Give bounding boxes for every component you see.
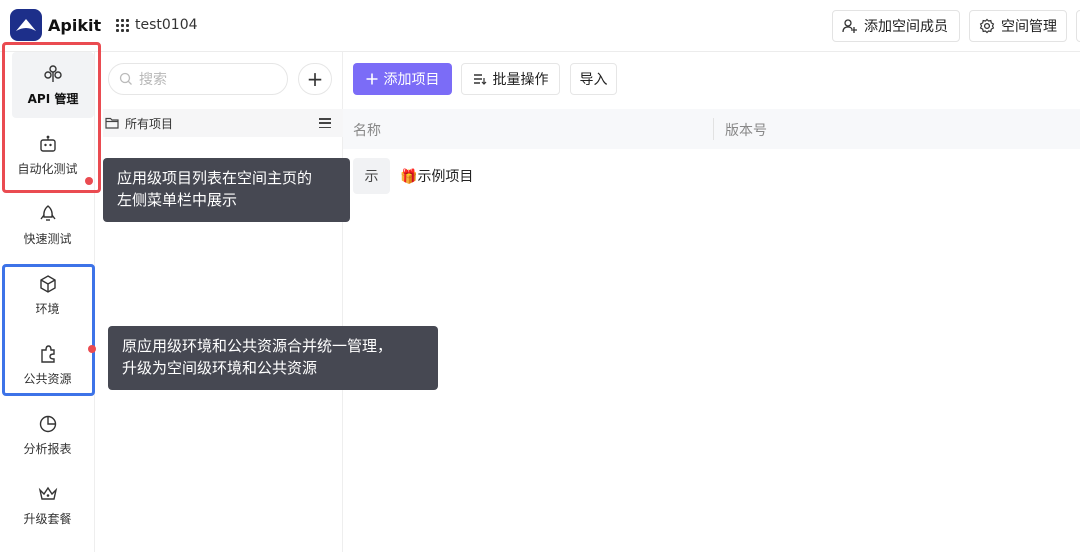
top-bar: Apikit test0104 添加空间成员 空间管理 — [0, 0, 1080, 52]
logo-icon — [16, 19, 36, 31]
annotation-tooltip-environment: 原应用级环境和公共资源合并统一管理， 升级为空间级环境和公共资源 — [108, 326, 438, 390]
brand-name: Apikit — [48, 16, 102, 35]
column-header-name: 名称 — [353, 123, 381, 139]
pie-chart-icon — [39, 415, 56, 432]
add-space-member-label: 添加空间成员 — [864, 19, 948, 35]
batch-operation-button[interactable]: 批量操作 — [461, 63, 560, 95]
space-manage-button[interactable]: 空间管理 — [969, 10, 1067, 42]
table-row[interactable]: 示 🎁示例项目 — [353, 158, 473, 194]
rocket-icon — [39, 204, 56, 221]
all-projects-item[interactable]: 所有项目 — [103, 109, 343, 137]
gift-icon: 🎁 — [400, 169, 418, 185]
all-projects-label: 所有项目 — [125, 116, 174, 131]
nav-item-quick-test[interactable]: 快速测试 — [0, 192, 95, 258]
menu-icon[interactable] — [319, 118, 331, 128]
tooltip-line: 应用级项目列表在空间主页的 — [117, 169, 313, 187]
folder-icon — [105, 117, 119, 129]
search-icon — [119, 72, 132, 85]
add-project-button[interactable]: 添加项目 — [353, 63, 452, 95]
annotation-dot — [85, 177, 93, 185]
nav-item-label: 分析报表 — [23, 441, 72, 456]
add-project-label: 添加项目 — [383, 72, 440, 88]
highlight-box-red — [2, 42, 101, 193]
tooltip-line: 左侧菜单栏中展示 — [117, 191, 238, 209]
nav-item-reports[interactable]: 分析报表 — [0, 402, 95, 468]
column-header-version: 版本号 — [725, 123, 767, 139]
highlight-box-blue — [2, 264, 95, 396]
gear-icon — [979, 18, 995, 34]
table-header: 名称 版本号 — [343, 109, 1080, 149]
space-switcher[interactable]: test0104 — [116, 17, 198, 33]
nav-item-upgrade-plan[interactable]: 升级套餐 — [0, 472, 95, 538]
column-divider[interactable] — [713, 118, 714, 140]
search-input[interactable]: 搜索 — [108, 63, 288, 95]
project-name: 示例项目 — [417, 169, 474, 185]
add-space-member-button[interactable]: 添加空间成员 — [832, 10, 960, 42]
grid-icon — [116, 18, 129, 32]
project-panel: 搜索 + 所有项目 — [95, 52, 343, 552]
space-manage-label: 空间管理 — [1001, 19, 1057, 35]
header-more-button[interactable] — [1076, 10, 1080, 42]
plus-icon — [366, 73, 377, 85]
crown-icon — [38, 486, 57, 500]
project-avatar: 示 — [353, 158, 390, 194]
main-content: 添加项目 批量操作 导入 名称 版本号 示 🎁示例项目 — [343, 52, 1080, 552]
list-icon — [473, 74, 486, 85]
tooltip-line: 原应用级环境和公共资源合并统一管理， — [122, 337, 393, 355]
logo[interactable] — [10, 9, 42, 41]
search-placeholder: 搜索 — [139, 72, 167, 88]
add-group-button[interactable]: + — [298, 63, 332, 95]
import-button[interactable]: 导入 — [570, 63, 617, 95]
nav-item-label: 快速测试 — [23, 231, 72, 246]
annotation-dot — [88, 345, 96, 353]
add-user-icon — [842, 19, 857, 33]
tooltip-line: 升级为空间级环境和公共资源 — [122, 359, 318, 377]
batch-operation-label: 批量操作 — [492, 72, 549, 88]
annotation-tooltip-project-list: 应用级项目列表在空间主页的 左侧菜单栏中展示 — [103, 158, 350, 222]
space-name: test0104 — [135, 17, 198, 33]
nav-item-label: 升级套餐 — [23, 511, 72, 526]
